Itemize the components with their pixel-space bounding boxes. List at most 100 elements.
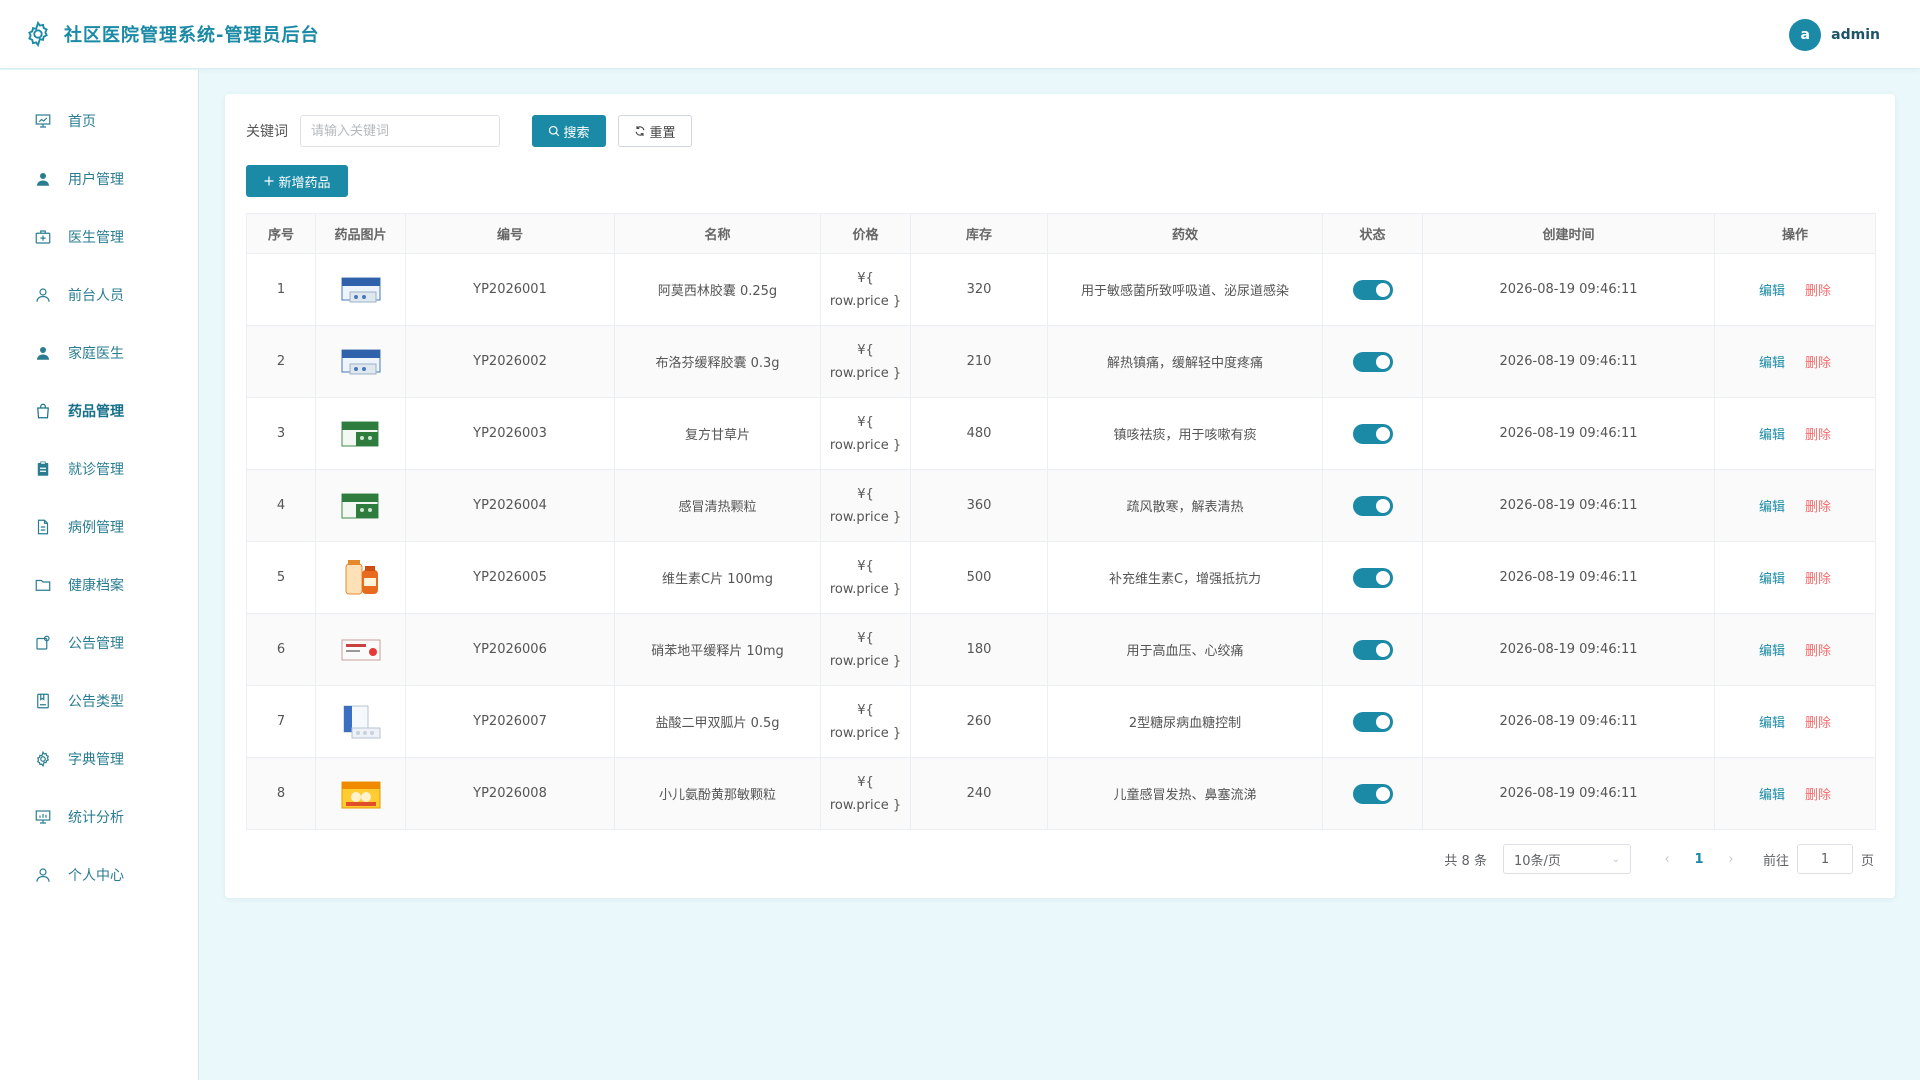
edit-button[interactable]: 编辑 (1759, 356, 1785, 371)
sidebar-item-notice-types[interactable]: 公告类型 (0, 672, 198, 730)
delete-button[interactable]: 删除 (1805, 428, 1831, 443)
cell-code: YP2026001 (405, 253, 615, 326)
cell-stock: 500 (910, 541, 1048, 614)
sidebar-item-reception[interactable]: 前台人员 (0, 266, 198, 324)
cell-code: YP2026003 (405, 397, 615, 470)
keyword-input[interactable] (300, 115, 500, 147)
status-toggle[interactable] (1352, 783, 1393, 804)
user-icon (37, 173, 49, 186)
column-header: 编号 (405, 213, 615, 254)
cell-price: ¥{row.price } (820, 757, 911, 830)
status-toggle[interactable] (1352, 711, 1393, 732)
delete-button[interactable]: 删除 (1805, 500, 1831, 515)
cell-stock: 260 (910, 685, 1048, 758)
user-icon (37, 347, 49, 360)
status-toggle[interactable] (1352, 279, 1393, 300)
sidebar-item-notices[interactable]: 公告管理 (0, 614, 198, 672)
search-icon (549, 125, 560, 137)
page-size-select[interactable]: 10条/页 ⌄ (1502, 844, 1631, 874)
medicine-image (345, 559, 378, 594)
edit-button[interactable]: 编辑 (1759, 716, 1785, 731)
sidebar-item-visits[interactable]: 就诊管理 (0, 440, 198, 498)
edit-button[interactable]: 编辑 (1759, 500, 1785, 515)
sidebar-item-dictionary[interactable]: 字典管理 (0, 730, 198, 788)
delete-button[interactable]: 删除 (1805, 788, 1831, 803)
status-toggle[interactable] (1352, 351, 1393, 372)
sidebar-item-cases[interactable]: 病例管理 (0, 498, 198, 556)
edit-button[interactable]: 编辑 (1759, 788, 1785, 803)
cell-stock: 320 (910, 253, 1048, 326)
cell-actions: 编辑 删除 (1714, 685, 1876, 758)
next-page-icon[interactable]: › (1719, 852, 1743, 867)
cell-price: ¥{row.price } (820, 541, 911, 614)
cell-status (1322, 397, 1423, 470)
goto-page-input[interactable] (1796, 844, 1853, 874)
cell-effect: 2型糖尿病血糖控制 (1047, 685, 1323, 758)
sidebar-item-doctors[interactable]: 医生管理 (0, 208, 198, 266)
prev-page-icon[interactable]: ‹ (1655, 852, 1679, 867)
table-row: 1 YP2026001 阿莫西林胶囊 0.25g ¥{row.price } 320 用于… (246, 253, 1876, 326)
sidebar-item-profile[interactable]: 个人中心 (0, 846, 198, 904)
cell-name: 复方甘草片 (614, 397, 821, 470)
edit-button[interactable]: 编辑 (1759, 644, 1785, 659)
edit-button[interactable]: 编辑 (1759, 284, 1785, 299)
user-menu[interactable]: a admin (1789, 19, 1880, 51)
person-outline-icon (36, 868, 50, 882)
cell-name: 硝苯地平缓释片 10mg (614, 613, 821, 686)
sidebar-item-label: 统计分析 (68, 810, 124, 826)
delete-button[interactable]: 删除 (1805, 572, 1831, 587)
sidebar-item-home[interactable]: 首页 (0, 92, 198, 150)
cell-code: YP2026007 (405, 685, 615, 758)
delete-button[interactable]: 删除 (1805, 356, 1831, 371)
search-button[interactable]: 搜索 (532, 115, 606, 147)
cell-image (315, 541, 406, 614)
sidebar-item-label: 公告类型 (68, 694, 124, 710)
username[interactable]: admin (1831, 27, 1880, 43)
cell-effect: 疏风散寒，解表清热 (1047, 469, 1323, 542)
sidebar-item-label: 首页 (68, 114, 96, 130)
cell-stock: 180 (910, 613, 1048, 686)
cell-effect: 补充维生素C，增强抵抗力 (1047, 541, 1323, 614)
delete-button[interactable]: 删除 (1805, 716, 1831, 731)
sidebar-item-users[interactable]: 用户管理 (0, 150, 198, 208)
cell-actions: 编辑 删除 (1714, 541, 1876, 614)
cell-created: 2026-08-19 09:46:11 (1422, 757, 1715, 830)
cell-created: 2026-08-19 09:46:11 (1422, 253, 1715, 326)
cell-price: ¥{row.price } (820, 397, 911, 470)
avatar[interactable]: a (1789, 19, 1822, 51)
status-toggle[interactable] (1352, 495, 1393, 516)
column-header: 名称 (614, 213, 821, 254)
sidebar-item-health-records[interactable]: 健康档案 (0, 556, 198, 614)
cell-created: 2026-08-19 09:46:11 (1422, 541, 1715, 614)
cell-code: YP2026002 (405, 325, 615, 398)
top-header: 社区医院管理系统-管理员后台 a admin (0, 0, 1920, 69)
pagination: 共 8 条 10条/页 ⌄ ‹ 1 › 前往 页 (1444, 844, 1874, 874)
table-row: 4 YP2026004 感冒清热颗粒 ¥{row.price } 360 疏风散寒，解表清… (246, 469, 1876, 542)
page-number-current[interactable]: 1 (1679, 852, 1719, 867)
sidebar-item-medicine[interactable]: 药品管理 (0, 382, 198, 440)
cell-status (1322, 325, 1423, 398)
cell-image (315, 613, 406, 686)
add-medicine-button[interactable]: 新增药品 (246, 165, 348, 197)
chevron-down-icon: ⌄ (1611, 853, 1620, 865)
cell-actions: 编辑 删除 (1714, 469, 1876, 542)
notice-icon (36, 635, 50, 650)
status-toggle[interactable] (1352, 639, 1393, 660)
sidebar-item-label: 家庭医生 (68, 346, 124, 362)
cell-price: ¥{row.price } (820, 469, 911, 542)
delete-button[interactable]: 删除 (1805, 284, 1831, 299)
cell-image (315, 253, 406, 326)
column-header: 操作 (1714, 213, 1876, 254)
reset-button[interactable]: 重置 (618, 115, 692, 147)
delete-button[interactable]: 删除 (1805, 644, 1831, 659)
column-header: 序号 (246, 213, 316, 254)
sidebar-item-family-doctor[interactable]: 家庭医生 (0, 324, 198, 382)
status-toggle[interactable] (1352, 567, 1393, 588)
status-toggle[interactable] (1352, 423, 1393, 444)
sidebar-item-statistics[interactable]: 统计分析 (0, 788, 198, 846)
cell-status (1322, 685, 1423, 758)
sidebar-item-label: 医生管理 (68, 230, 124, 246)
edit-button[interactable]: 编辑 (1759, 428, 1785, 443)
edit-button[interactable]: 编辑 (1759, 572, 1785, 587)
page-suffix: 页 (1860, 853, 1874, 869)
